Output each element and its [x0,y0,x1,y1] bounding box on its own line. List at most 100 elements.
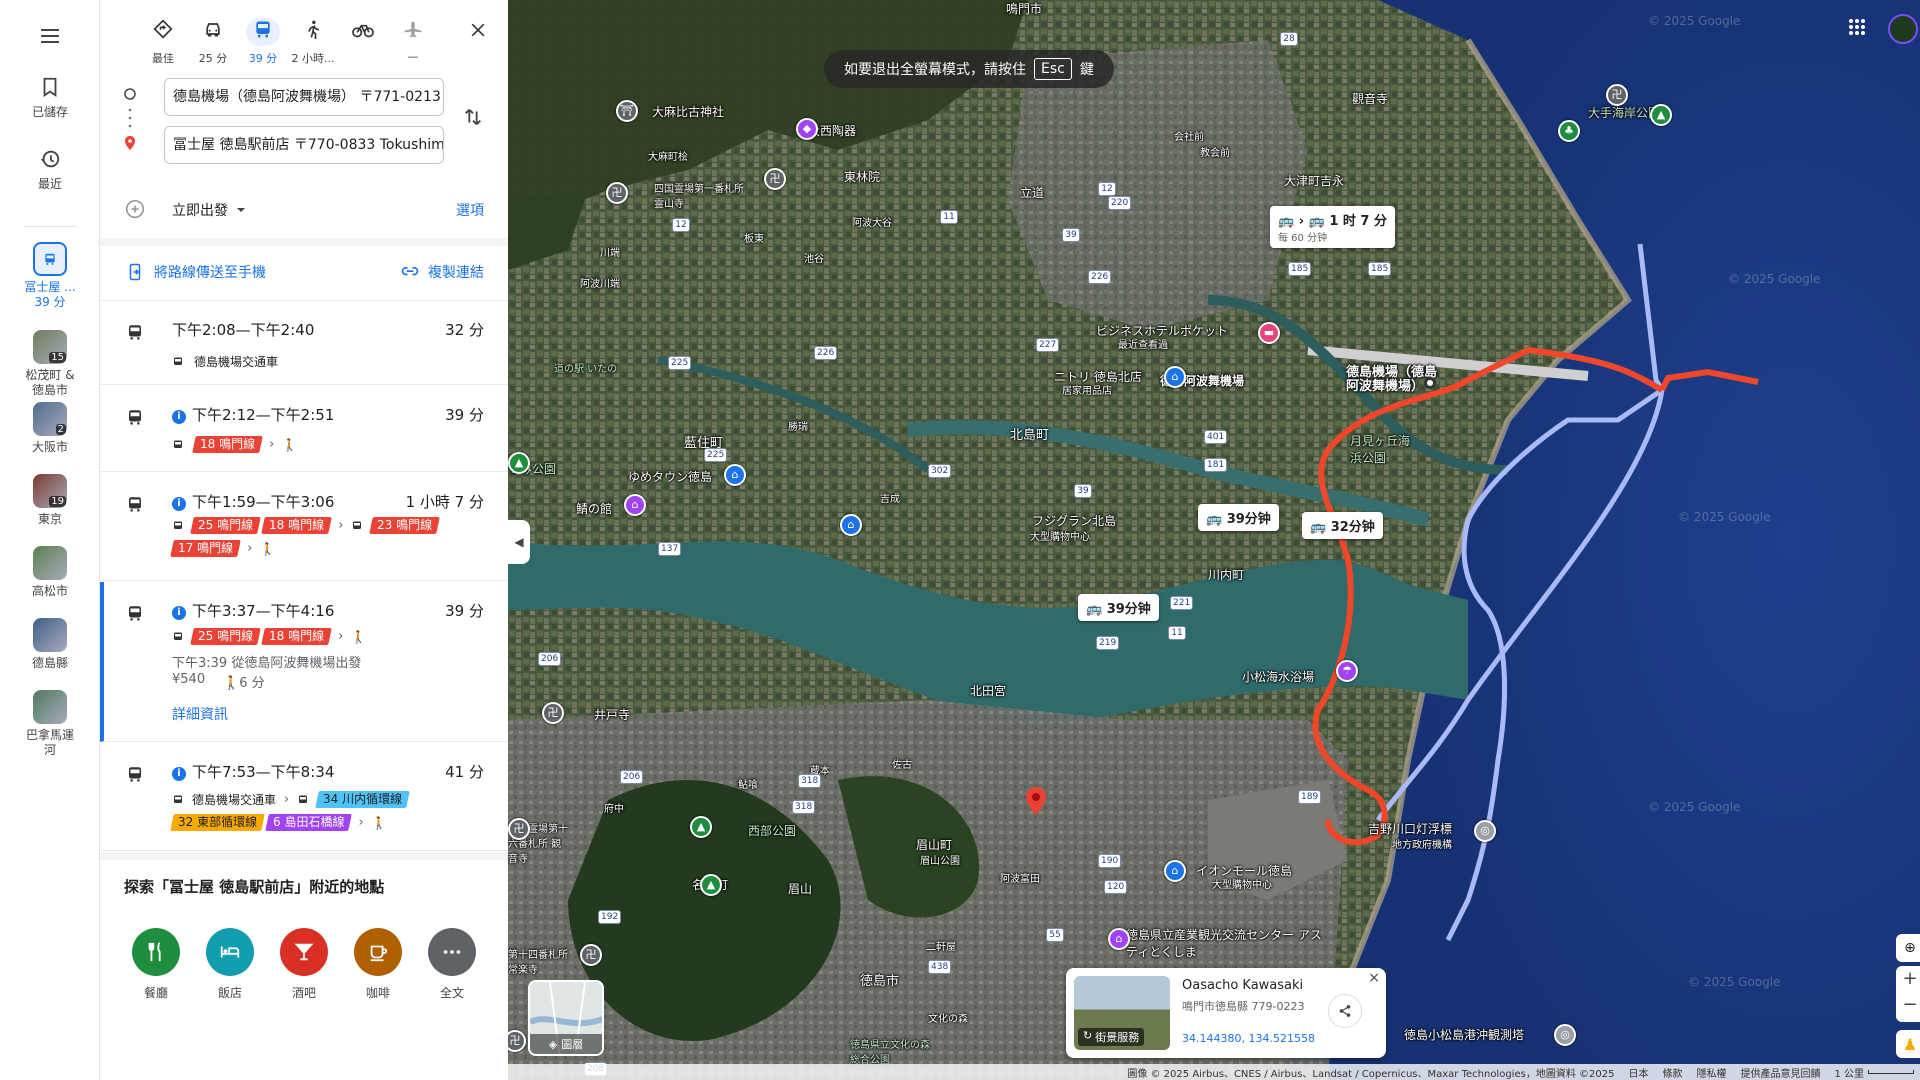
hotel-icon[interactable]: ▬ [1258,322,1280,344]
map-label: 鳴門市 [1006,2,1043,16]
destination-field[interactable]: 冨士屋 徳島駅前店 〒770-0833 Tokushima [164,126,444,164]
rail-history-item[interactable]: 德島縣 [0,618,100,671]
zoom-in-button[interactable]: + [1896,966,1920,992]
add-stop-button[interactable] [124,198,146,224]
feedback-link[interactable]: 提供產品意見回饋 [1740,1065,1820,1080]
mall-icon[interactable]: ⌂ [840,514,862,536]
temple-icon[interactable]: 卍 [606,182,628,204]
region-link[interactable]: 日本 [1628,1065,1648,1080]
explore-hotel-button[interactable]: 飯店 [195,928,265,1001]
route-duration: 39 分 [445,406,484,424]
layers-button[interactable]: ◈ 圖層 [528,980,604,1056]
zoom-out-button[interactable]: − [1896,992,1920,1018]
send-to-phone-button[interactable]: 將路線傳送至手機 [126,262,266,282]
beach-icon[interactable]: ☂ [1336,660,1358,682]
route-option-3[interactable]: i 下午1:59—下午3:06 1 小時 7 分 25 鳴門線 18 鳴門線 › … [100,473,508,581]
road-shield: 438 [928,960,952,974]
depart-dropdown[interactable]: 立即出發 [172,200,246,220]
destination-pin-icon[interactable] [1024,786,1048,816]
tower-icon[interactable]: ◎ [1554,1024,1576,1046]
route-chip-32m[interactable]: 🚌 32分钟 [1302,512,1383,539]
route-option-2[interactable]: i 下午2:12—下午2:51 39 分 18 鳴門線 › 🚶 [100,386,508,472]
info-icon[interactable]: i [172,606,186,620]
line-badge: 32 東部循環線 [170,814,265,831]
park-icon[interactable]: ▲ [508,452,530,474]
park-icon[interactable]: ♣ [1558,120,1580,142]
my-location-button[interactable]: ⊕ [1896,934,1920,962]
info-icon[interactable]: i [172,767,186,781]
recent-button[interactable]: 最近 [0,148,100,192]
rail-history-item[interactable]: 15 松茂町 & 徳島市 [0,330,100,398]
road-shield: 220 [1108,196,1132,210]
streetview-card[interactable]: ↻ 街景服務 Oasacho Kawasaki 鳴門市徳島縣 779-0223 3… [1066,968,1386,1058]
park-icon[interactable]: ▲ [1650,104,1672,126]
museum-icon[interactable]: ⌂ [624,494,646,516]
travel-mode-diamond-route[interactable]: 最佳 [138,18,188,66]
travel-mode-plane[interactable]: — [388,18,438,63]
explore-coffee-button[interactable]: 咖啡 [343,928,413,1001]
explore-restaurant-button[interactable]: 餐廳 [121,928,191,1001]
details-link[interactable]: 詳細資訊 [172,704,228,724]
travel-mode-walk[interactable]: 2 小時... [288,18,338,66]
terms-link[interactable]: 條款 [1662,1065,1682,1080]
saved-button[interactable]: 已儲存 [0,76,100,120]
park-icon[interactable]: ▲ [690,816,712,838]
route-chip-39m-b[interactable]: 🚌 39分钟 [1078,594,1159,621]
rail-history-item[interactable]: 19 東京 [0,474,100,527]
route-chip-1h7m[interactable]: 🚌 › 🚌 1 时 7 分 每 60 分钟 [1270,206,1395,248]
mall-icon[interactable]: ⌂ [1164,860,1186,882]
temple-icon[interactable]: 卍 [764,168,786,190]
explore-bar-button[interactable]: 酒吧 [269,928,339,1001]
route-option-1[interactable]: 下午2:08—下午2:40 32 分 德島機場交通車 [100,301,508,385]
options-link[interactable]: 選項 [456,200,484,220]
map-label: 西部公園 [748,824,797,838]
close-button[interactable] [468,20,488,44]
departure-detail: 下午3:39 從徳島阿波舞機場出發 [172,656,362,671]
mall-icon[interactable]: ⌂ [724,464,746,486]
rail-history-item[interactable]: 2 大阪市 [0,402,100,455]
shrine-icon[interactable]: ⛩ [616,100,638,122]
info-icon[interactable]: i [172,497,186,511]
collapse-panel-button[interactable]: ◀ [508,520,530,564]
scale-bar[interactable]: 1 公里 [1834,1065,1914,1080]
route-option-4-selected[interactable]: i 下午3:37—下午4:16 39 分 25 鳴門線 18 鳴門線 › 🚶 下午… [100,582,508,742]
streetview-thumbnail[interactable]: ↻ 街景服務 [1074,976,1170,1050]
map-label: 最近查看過 [1118,340,1168,351]
origin-marker[interactable] [1424,377,1436,389]
route-option-5[interactable]: i 下午7:53—下午8:34 41 分 德島機場交通車 › 34 川内循環線 3… [100,743,508,851]
directions-panel: 最佳 25 分 39 分 2 小時... — 德島機場（德島阿波舞機場） 〒771-02… [100,0,508,1080]
rail-history-item[interactable]: 高松市 [0,546,100,599]
convention-icon[interactable]: ⌂ [1108,928,1130,950]
rail-history-item[interactable]: 巴拿馬運河 [0,690,100,758]
map-canvas[interactable]: © 2025 Google © 2025 Google © 2025 Googl… [508,0,1920,1080]
temple-icon[interactable]: 卍 [1606,84,1628,106]
origin-field[interactable]: 德島機場（德島阿波舞機場） 〒771-0213 [164,78,444,116]
rail-history-label: 徳島市 [31,383,68,397]
apps-button[interactable] [1848,18,1866,40]
buoy-icon[interactable]: ◎ [1474,820,1496,842]
hamburger-icon [41,29,59,43]
temple-icon[interactable]: 卍 [508,818,530,840]
menu-button[interactable] [0,24,100,51]
travel-mode-car[interactable]: 25 分 [188,18,238,66]
mountain-icon[interactable]: ▲ [700,874,722,896]
privacy-link[interactable]: 隱私權 [1696,1065,1726,1080]
travel-mode-bike[interactable] [338,18,388,50]
pegman-button[interactable]: ♟ [1896,1030,1920,1058]
shopping-icon[interactable]: ◆ [796,118,818,140]
streetview-coords[interactable]: 34.144380, 134.521558 [1182,1032,1315,1045]
close-card-button[interactable]: × [1368,970,1380,986]
store-icon[interactable]: ⌂ [1164,366,1186,388]
route-chip-39m-a[interactable]: 🚌 39分钟 [1198,504,1279,531]
swap-button[interactable] [462,106,484,132]
share-button[interactable] [1328,994,1362,1028]
temple-icon[interactable]: 卍 [542,702,564,724]
bus-step-icon [174,440,182,448]
info-icon[interactable]: i [172,410,186,424]
temple-icon[interactable]: 卍 [580,944,602,966]
rail-active-trip[interactable]: 冨士屋 ... 39 分 [0,242,100,310]
travel-mode-bus[interactable]: 39 分 [238,18,288,66]
copy-link-button[interactable]: 複製連結 [400,262,484,282]
explore-more-button[interactable]: 全文 [417,928,487,1001]
avatar[interactable] [1888,14,1918,44]
